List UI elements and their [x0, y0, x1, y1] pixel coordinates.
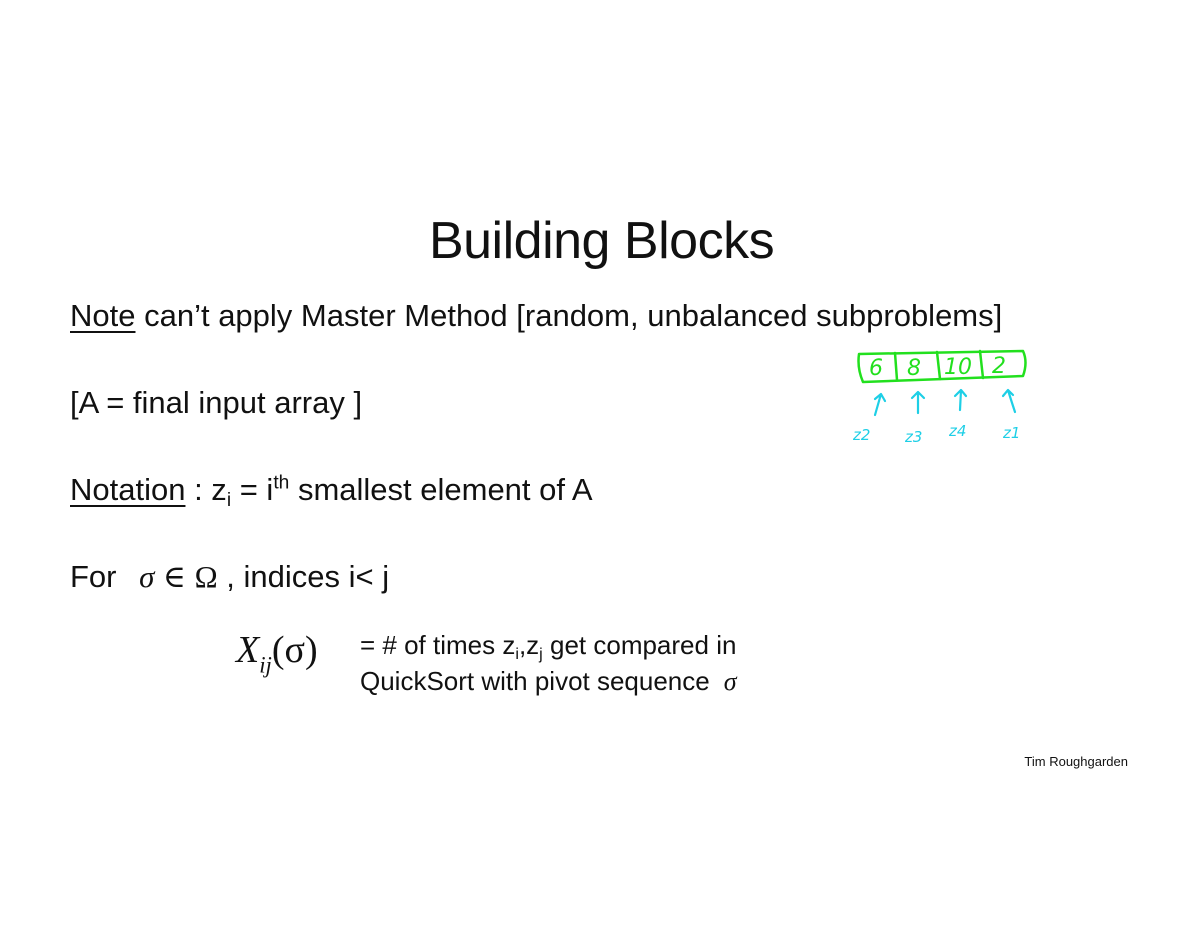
definition-line-1: = # of times zi,zj get compared in	[360, 628, 736, 662]
element-of-symbol: ∈	[163, 559, 186, 594]
label-z2: z2	[852, 426, 870, 444]
formula-xij: Xij(σ)	[236, 628, 318, 687]
notation-text: smallest element of A	[289, 472, 593, 507]
note-line: Note can’t apply Master Method [random, …	[70, 296, 1002, 336]
definition-sigma: σ	[723, 667, 737, 696]
array-value-2: 8	[907, 356, 921, 381]
notation-line: Notation : zi = ith smallest element of …	[70, 470, 593, 510]
omega-symbol: Ω	[194, 559, 218, 594]
formula-subscript: ij	[259, 652, 272, 678]
label-z1: z1	[1002, 424, 1020, 442]
array-value-1: 6	[869, 356, 883, 381]
arrow-4	[1001, 388, 1017, 414]
label-z3: z3	[904, 428, 922, 446]
for-rest: , indices i< j	[217, 559, 390, 594]
notation-lead: Notation	[70, 472, 186, 507]
author-credit: Tim Roughgarden	[1024, 754, 1128, 769]
label-z4: z4	[948, 422, 966, 440]
notation-sup-th: th	[273, 472, 290, 494]
for-word: For	[70, 559, 126, 594]
definition-text-2: QuickSort with pivot sequence	[360, 666, 710, 696]
array-value-3: 10	[944, 355, 972, 380]
definition-comma: ,z	[518, 630, 540, 660]
note-text: can’t apply Master Method [random, unbal…	[135, 298, 1003, 333]
arrow-2	[910, 390, 926, 415]
definition-line-2: QuickSort with pivot sequence σ	[360, 664, 737, 699]
arrow-1	[873, 392, 887, 417]
sigma-symbol: σ	[139, 559, 155, 594]
formula-x: X	[236, 629, 260, 671]
notation-sep: : z	[185, 472, 227, 507]
note-lead: Note	[70, 298, 136, 333]
notation-eq: = i	[231, 472, 274, 507]
definition-text-b: get compared in	[542, 630, 737, 660]
slide: Building Blocks Note can’t apply Master …	[0, 0, 1203, 931]
formula-argument: (σ)	[271, 629, 318, 671]
for-line: For σ ∈ Ω , indices i< j	[70, 557, 389, 597]
definition-text-a: = # of times z	[360, 630, 516, 660]
arrow-3	[953, 388, 968, 412]
array-value-4: 2	[992, 354, 1006, 379]
handwritten-array-sketch: 6 8 10 2 z2 z3 z4 z1	[852, 349, 1027, 446]
array-definition: [A = final input array ]	[70, 385, 363, 420]
slide-title: Building Blocks	[428, 212, 775, 270]
